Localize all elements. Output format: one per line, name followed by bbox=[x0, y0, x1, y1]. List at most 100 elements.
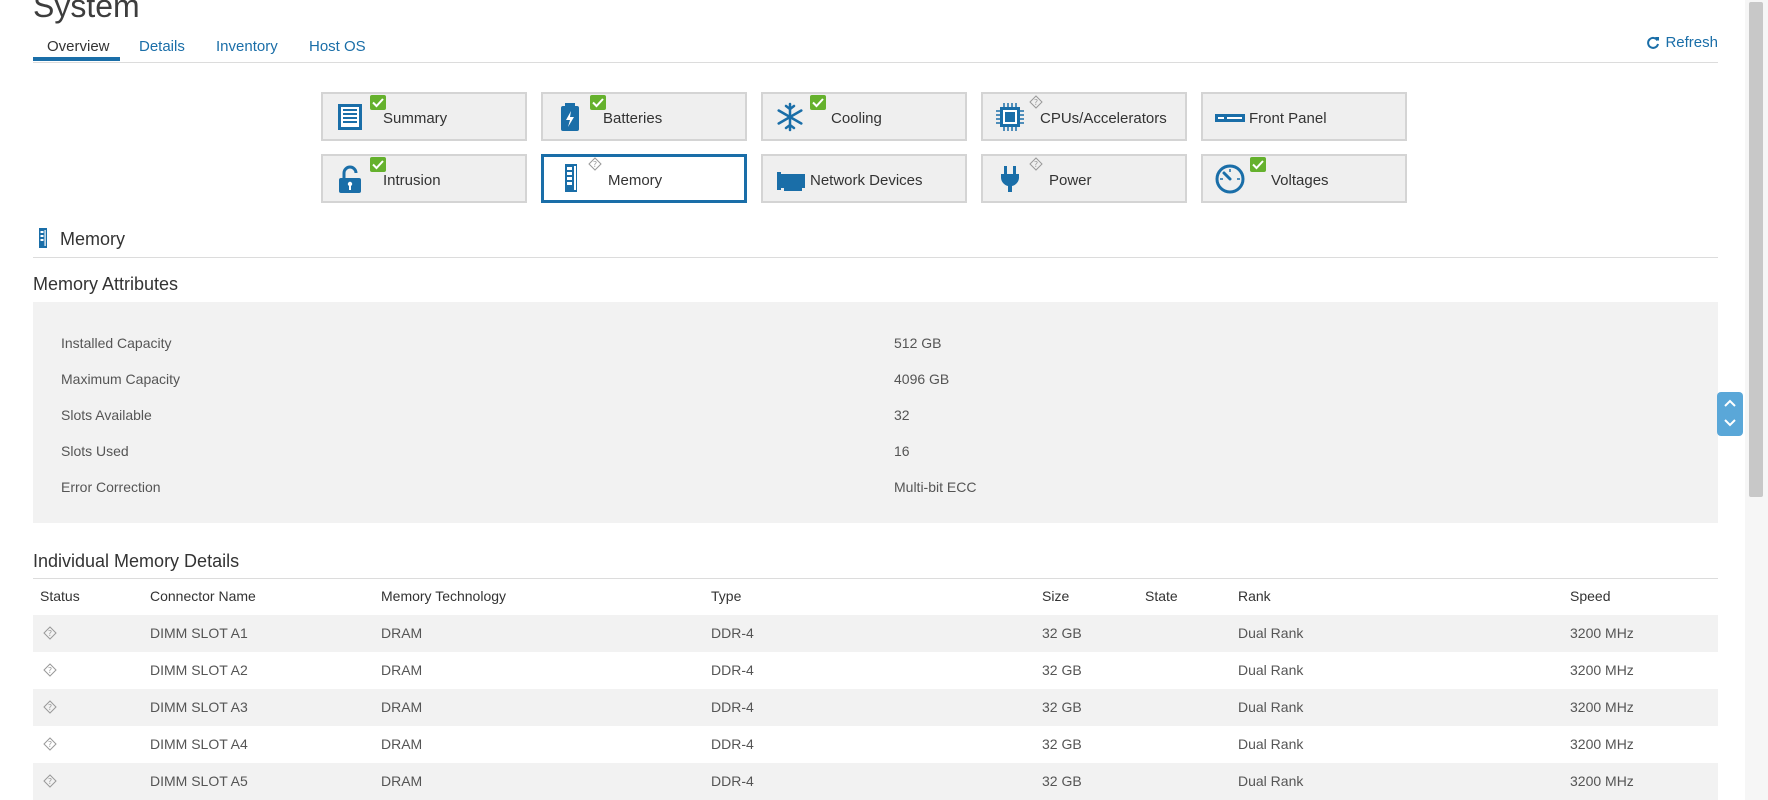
tile-label: Network Devices bbox=[810, 172, 923, 189]
connector-name: DIMM SLOT A3 bbox=[150, 699, 248, 715]
attribute-value: 32 bbox=[894, 407, 910, 423]
svg-text:?: ? bbox=[1034, 98, 1038, 107]
table-row[interactable]: ? DIMM SLOT A1 DRAM DDR-4 32 GB Dual Ran… bbox=[33, 615, 1718, 652]
tile-intrusion[interactable]: Intrusion bbox=[321, 154, 527, 203]
status-unknown-icon: ? bbox=[43, 774, 57, 788]
component-tiles: Summary Batteries Cooling ? CPUs/Acceler… bbox=[321, 92, 1417, 207]
attribute-label: Slots Used bbox=[61, 443, 129, 459]
status-ok-badge bbox=[370, 157, 386, 172]
tile-summary[interactable]: Summary bbox=[321, 92, 527, 141]
attribute-label: Slots Available bbox=[61, 407, 152, 423]
column-header-size[interactable]: Size bbox=[1042, 588, 1069, 604]
memory-attributes-panel: Installed Capacity 512 GB Maximum Capaci… bbox=[33, 302, 1718, 523]
svg-text:?: ? bbox=[48, 629, 52, 638]
tile-power[interactable]: ? Power bbox=[981, 154, 1187, 203]
memory-speed: 3200 MHz bbox=[1570, 699, 1634, 715]
memory-attributes-title: Memory Attributes bbox=[33, 274, 179, 294]
status-unknown-icon: ? bbox=[43, 626, 57, 640]
status-ok-badge bbox=[810, 95, 826, 110]
tab-details[interactable]: Details bbox=[139, 38, 185, 55]
memory-speed: 3200 MHz bbox=[1570, 773, 1634, 789]
memory-section-title: Memory bbox=[60, 229, 126, 249]
battery-icon bbox=[561, 103, 579, 131]
active-tab-indicator bbox=[33, 57, 120, 61]
column-header-speed[interactable]: Speed bbox=[1570, 588, 1610, 604]
svg-text:?: ? bbox=[48, 777, 52, 786]
svg-text:?: ? bbox=[48, 703, 52, 712]
attribute-label: Error Correction bbox=[61, 479, 161, 495]
table-row[interactable]: ? DIMM SLOT A3 DRAM DDR-4 32 GB Dual Ran… bbox=[33, 689, 1718, 726]
attribute-row: Maximum Capacity 4096 GB bbox=[33, 371, 1718, 407]
gauge-icon bbox=[1215, 164, 1245, 194]
refresh-button[interactable]: Refresh bbox=[1646, 34, 1718, 51]
summary-icon bbox=[338, 104, 362, 130]
network-card-icon bbox=[777, 172, 805, 191]
memory-details-title: Individual Memory Details bbox=[33, 551, 240, 571]
tile-label: Front Panel bbox=[1249, 110, 1327, 127]
memory-type: DDR-4 bbox=[711, 662, 754, 678]
tab-overview[interactable]: Overview bbox=[47, 38, 110, 55]
column-header-memory-technology[interactable]: Memory Technology bbox=[381, 588, 506, 604]
tile-network-devices[interactable]: Network Devices bbox=[761, 154, 967, 203]
memory-speed: 3200 MHz bbox=[1570, 662, 1634, 678]
memory-type: DDR-4 bbox=[711, 699, 754, 715]
chevron-down-icon[interactable] bbox=[1723, 418, 1737, 428]
memory-technology: DRAM bbox=[381, 736, 423, 752]
table-header-row: Status Connector Name Memory Technology … bbox=[33, 578, 1718, 615]
tile-label: Batteries bbox=[603, 110, 663, 127]
table-row[interactable]: ? DIMM SLOT A2 DRAM DDR-4 32 GB Dual Ran… bbox=[33, 652, 1718, 689]
table-row[interactable]: ? DIMM SLOT A4 DRAM DDR-4 32 GB Dual Ran… bbox=[33, 726, 1718, 763]
memory-technology: DRAM bbox=[381, 662, 423, 678]
tile-cpus-accelerators[interactable]: ? CPUs/Accelerators bbox=[981, 92, 1187, 141]
status-unknown-icon: ? bbox=[1029, 95, 1043, 109]
memory-details-table: Status Connector Name Memory Technology … bbox=[33, 578, 1718, 800]
memory-rank: Dual Rank bbox=[1238, 699, 1304, 715]
memory-size: 32 GB bbox=[1042, 736, 1082, 752]
system-page: System Overview Details Inventory Host O… bbox=[33, 0, 1718, 800]
tile-label: Summary bbox=[383, 110, 448, 127]
attribute-row: Installed Capacity 512 GB bbox=[33, 335, 1718, 371]
column-header-connector-name[interactable]: Connector Name bbox=[150, 588, 256, 604]
chevron-up-icon[interactable] bbox=[1723, 398, 1737, 408]
status-ok-badge bbox=[1250, 157, 1266, 172]
attribute-value: 16 bbox=[894, 443, 910, 459]
tile-front-panel[interactable]: Front Panel bbox=[1201, 92, 1407, 141]
svg-text:?: ? bbox=[48, 740, 52, 749]
tile-memory[interactable]: ? Memory bbox=[541, 154, 747, 203]
attribute-row: Slots Used 16 bbox=[33, 443, 1718, 479]
memory-size: 32 GB bbox=[1042, 662, 1082, 678]
attribute-row: Error Correction Multi-bit ECC bbox=[33, 479, 1718, 515]
svg-text:?: ? bbox=[1034, 160, 1038, 169]
memory-rank: Dual Rank bbox=[1238, 662, 1304, 678]
column-header-status[interactable]: Status bbox=[40, 588, 80, 604]
tile-cooling[interactable]: Cooling bbox=[761, 92, 967, 141]
memory-type: DDR-4 bbox=[711, 736, 754, 752]
connector-name: DIMM SLOT A4 bbox=[150, 736, 248, 752]
memory-icon bbox=[565, 164, 577, 192]
memory-section-header: Memory bbox=[33, 228, 1718, 258]
column-header-type[interactable]: Type bbox=[711, 588, 741, 604]
tile-batteries[interactable]: Batteries bbox=[541, 92, 747, 141]
lock-open-icon bbox=[339, 165, 361, 193]
tab-inventory[interactable]: Inventory bbox=[216, 38, 278, 55]
column-header-state[interactable]: State bbox=[1145, 588, 1178, 604]
tile-voltages[interactable]: Voltages bbox=[1201, 154, 1407, 203]
status-ok-badge bbox=[590, 95, 606, 110]
status-unknown-icon: ? bbox=[588, 157, 602, 171]
power-plug-icon bbox=[1001, 166, 1019, 192]
svg-text:?: ? bbox=[48, 666, 52, 675]
tile-label: Memory bbox=[608, 172, 663, 189]
scrollbar-thumb[interactable] bbox=[1749, 2, 1763, 497]
memory-rank: Dual Rank bbox=[1238, 773, 1304, 789]
tab-bar: Overview Details Inventory Host OS Refre… bbox=[33, 32, 1718, 63]
memory-speed: 3200 MHz bbox=[1570, 736, 1634, 752]
front-panel-icon bbox=[1215, 114, 1245, 122]
column-header-rank[interactable]: Rank bbox=[1238, 588, 1271, 604]
tile-label: Intrusion bbox=[383, 172, 441, 189]
table-row[interactable]: ? DIMM SLOT A5 DRAM DDR-4 32 GB Dual Ran… bbox=[33, 763, 1718, 800]
refresh-icon bbox=[1647, 36, 1660, 49]
memory-technology: DRAM bbox=[381, 773, 423, 789]
connector-name: DIMM SLOT A5 bbox=[150, 773, 248, 789]
tab-host-os[interactable]: Host OS bbox=[309, 38, 366, 55]
status-unknown-icon: ? bbox=[1029, 157, 1043, 171]
